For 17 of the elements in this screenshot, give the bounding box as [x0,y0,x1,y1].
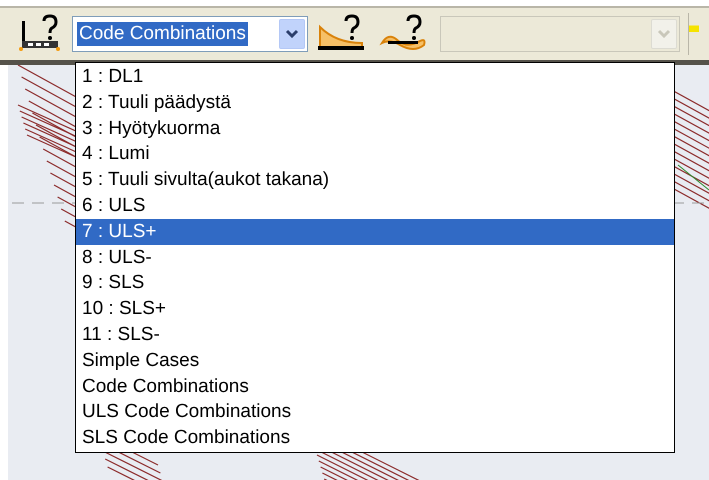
dropdown-option[interactable]: 4 : Lumi [76,141,674,168]
dropdown-option[interactable]: 5 : Tuuli sivulta(aukot takana) [76,167,674,193]
dropdown-option[interactable]: 7 : ULS+ [76,218,674,245]
member-line [678,164,709,190]
dropdown-option[interactable]: Simple Cases [76,348,674,374]
dropdown-option[interactable]: 1 : DL1 [76,64,674,90]
dropdown-option[interactable]: Code Combinations [76,374,674,400]
dropdown-option[interactable]: 6 : ULS [76,192,674,219]
dropdown-option[interactable]: 2 : Tuuli päädystä [76,90,674,116]
dropdown-option[interactable]: SLS Code Combinations [76,425,674,451]
dropdown-option[interactable]: 11 : SLS- [76,322,674,348]
dropdown-option[interactable]: 3 : Hyötykuorma [76,116,674,142]
dropdown-option[interactable]: 9 : SLS [76,270,674,296]
load-case-combo[interactable]: Code Combinations [72,16,308,52]
dropdown-option[interactable]: ULS Code Combinations [76,399,674,426]
dropdown-option[interactable]: 8 : ULS- [76,244,674,270]
dropdown-option[interactable]: 10 : SLS+ [76,296,674,322]
